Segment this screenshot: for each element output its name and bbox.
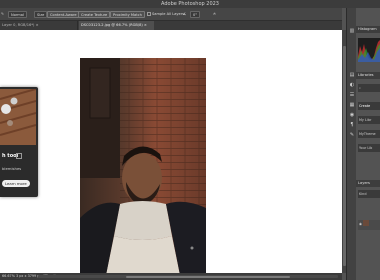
histogram-graph <box>358 38 380 62</box>
angle-field[interactable]: 0° <box>190 11 201 18</box>
libraries-panel-icon[interactable]: ▤ <box>349 72 355 78</box>
tool-preset-icon[interactable]: ✎ <box>1 11 4 18</box>
portrait-photo <box>80 58 206 275</box>
tab-dsc03123[interactable]: DSC03123-2.jpg @ 66.7% (RGB/8) × <box>79 21 154 30</box>
library-item[interactable]: MyTheme <box>358 130 380 138</box>
document-tabs: Layer 0, RGB/16*) × DSC03123-2.jpg @ 66.… <box>0 21 342 30</box>
horizontal-scrollbar[interactable] <box>38 275 338 278</box>
tab-layer-0[interactable]: Layer 0, RGB/16*) × <box>0 21 78 30</box>
histogram-panel-icon[interactable]: ▥ <box>349 28 355 34</box>
library-item[interactable]: Your Lib <box>358 144 380 152</box>
pressure-icon[interactable]: ✍ <box>213 11 216 18</box>
sample-all-layers-checkbox[interactable]: Sample All Layers <box>147 11 184 18</box>
properties-panel-icon[interactable]: ▦ <box>349 102 355 108</box>
panel-icon-column: ▥ ▤ ◐ ☰ ▦ ◉ ¶ ✎ <box>346 8 356 280</box>
histogram-chart <box>358 40 380 62</box>
content-aware-button[interactable]: Content-Aware <box>47 11 80 18</box>
right-panels: Histogram Libraries ⌕ Create My Libr MyT… <box>356 8 380 280</box>
popup-close-icon[interactable] <box>16 153 22 159</box>
layer-thumbnail <box>363 220 370 226</box>
proximity-match-button[interactable]: Proximity Match <box>110 11 145 18</box>
popup-preview-graphic <box>0 89 36 145</box>
color-panel-icon[interactable]: ◐ <box>349 82 355 88</box>
app-title: Adobe Photoshop 2023 <box>161 1 219 7</box>
create-library-button[interactable]: Create <box>358 102 380 110</box>
layers-panel-header[interactable]: Layers <box>356 180 380 187</box>
adjustments-panel-icon[interactable]: ☰ <box>349 92 355 98</box>
popup-description: blemishes <box>2 166 22 171</box>
angle-icon: ∡ <box>183 12 187 16</box>
paragraph-panel-icon[interactable]: ¶ <box>349 122 355 128</box>
brush-panel-icon[interactable]: ✎ <box>349 132 355 138</box>
tool-tip-popup: h tool blemishes Learn more <box>0 87 38 197</box>
canvas-area[interactable] <box>0 30 342 275</box>
popup-preview-image <box>0 89 36 145</box>
layer-row[interactable]: ◉ <box>358 220 380 230</box>
zoom-level[interactable]: 66.67% <box>2 274 15 278</box>
create-texture-button[interactable]: Create Texture <box>78 11 111 18</box>
histogram-panel-header[interactable]: Histogram <box>356 26 380 33</box>
visibility-eye-icon[interactable]: ◉ <box>359 222 362 226</box>
libraries-search-icon[interactable]: ⌕ <box>358 84 380 92</box>
title-bar: Adobe Photoshop 2023 <box>0 0 380 8</box>
learn-panel-icon[interactable]: ◉ <box>349 112 355 118</box>
sample-all-layers-label: Sample All Layers <box>152 12 185 16</box>
layers-kind-filter[interactable]: Kind <box>358 190 380 198</box>
learn-more-button[interactable]: Learn more <box>2 180 30 187</box>
horizontal-scroll-thumb[interactable] <box>126 275 290 278</box>
options-bar: ✎ Normal Size Content-Aware Create Textu… <box>0 8 342 21</box>
checkbox-icon <box>147 11 151 16</box>
library-item[interactable]: My Libr <box>358 116 380 124</box>
document-image[interactable] <box>80 58 206 275</box>
mode-select[interactable]: Normal <box>8 11 28 18</box>
size-select[interactable]: Size <box>34 11 48 18</box>
libraries-panel-header[interactable]: Libraries <box>356 72 380 79</box>
